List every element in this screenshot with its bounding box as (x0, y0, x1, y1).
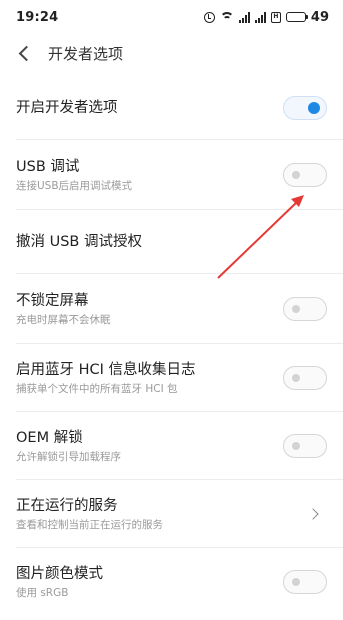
row-subtitle: 允许解锁引导加载程序 (16, 450, 121, 463)
chevron-right-icon (307, 507, 321, 521)
row-title: USB 调试 (16, 158, 80, 175)
signal-icon (238, 11, 250, 23)
picture-color-mode-toggle[interactable] (283, 570, 327, 594)
row-subtitle: 捕获单个文件中的所有蓝牙 HCI 包 (16, 382, 178, 395)
toggle-knob (292, 578, 300, 586)
row-title: 撤消 USB 调试授权 (16, 233, 142, 250)
row-picture-color-mode[interactable]: 图片颜色模式 使用 sRGB (0, 548, 343, 616)
signal-icon-2 (254, 11, 266, 23)
toggle-knob (292, 374, 300, 382)
row-oem-unlock[interactable]: OEM 解锁 允许解锁引导加载程序 (0, 412, 343, 480)
row-usb-debugging[interactable]: USB 调试 连接USB后启用调试模式 (0, 140, 343, 210)
wifi-icon (219, 11, 234, 23)
row-subtitle: 查看和控制当前正在运行的服务 (16, 518, 163, 531)
row-title: 启用蓝牙 HCI 信息收集日志 (16, 361, 196, 378)
stay-awake-toggle[interactable] (283, 297, 327, 321)
toggle-knob (292, 305, 300, 313)
settings-list: 开启开发者选项 USB 调试 连接USB后启用调试模式 撤消 USB 调试授权 … (0, 76, 343, 616)
status-bar: 19:24 H 49 (0, 0, 343, 34)
row-subtitle: 使用 sRGB (16, 586, 69, 599)
battery-icon (285, 12, 309, 22)
row-title: 不锁定屏幕 (16, 292, 89, 309)
row-subtitle: 充电时屏幕不会休眠 (16, 313, 111, 326)
row-stay-awake[interactable]: 不锁定屏幕 充电时屏幕不会休眠 (0, 274, 343, 344)
row-revoke-usb-debugging[interactable]: 撤消 USB 调试授权 (0, 210, 343, 274)
row-title: OEM 解锁 (16, 429, 83, 446)
row-subtitle: 连接USB后启用调试模式 (16, 179, 133, 192)
row-title: 图片颜色模式 (16, 565, 103, 582)
alarm-icon (203, 11, 215, 23)
status-icons: H 49 (203, 9, 329, 25)
oem-unlock-toggle[interactable] (283, 434, 327, 458)
developer-options-toggle[interactable] (283, 96, 327, 120)
bluetooth-hci-log-toggle[interactable] (283, 366, 327, 390)
page-title: 开发者选项 (48, 44, 124, 63)
sim-icon: H (270, 11, 281, 23)
row-running-services[interactable]: 正在运行的服务 查看和控制当前正在运行的服务 (0, 480, 343, 548)
row-bluetooth-hci-log[interactable]: 启用蓝牙 HCI 信息收集日志 捕获单个文件中的所有蓝牙 HCI 包 (0, 344, 343, 412)
usb-debugging-toggle[interactable] (283, 163, 327, 187)
toggle-knob (308, 102, 320, 114)
battery-level: 49 (310, 9, 329, 25)
toggle-knob (292, 442, 300, 450)
title-bar: 开发者选项 (0, 34, 343, 72)
back-icon[interactable] (14, 43, 34, 63)
row-title: 正在运行的服务 (16, 497, 118, 514)
toggle-knob (292, 171, 300, 179)
row-title: 开启开发者选项 (16, 99, 118, 116)
status-time: 19:24 (16, 9, 59, 25)
row-enable-developer-options[interactable]: 开启开发者选项 (0, 76, 343, 140)
